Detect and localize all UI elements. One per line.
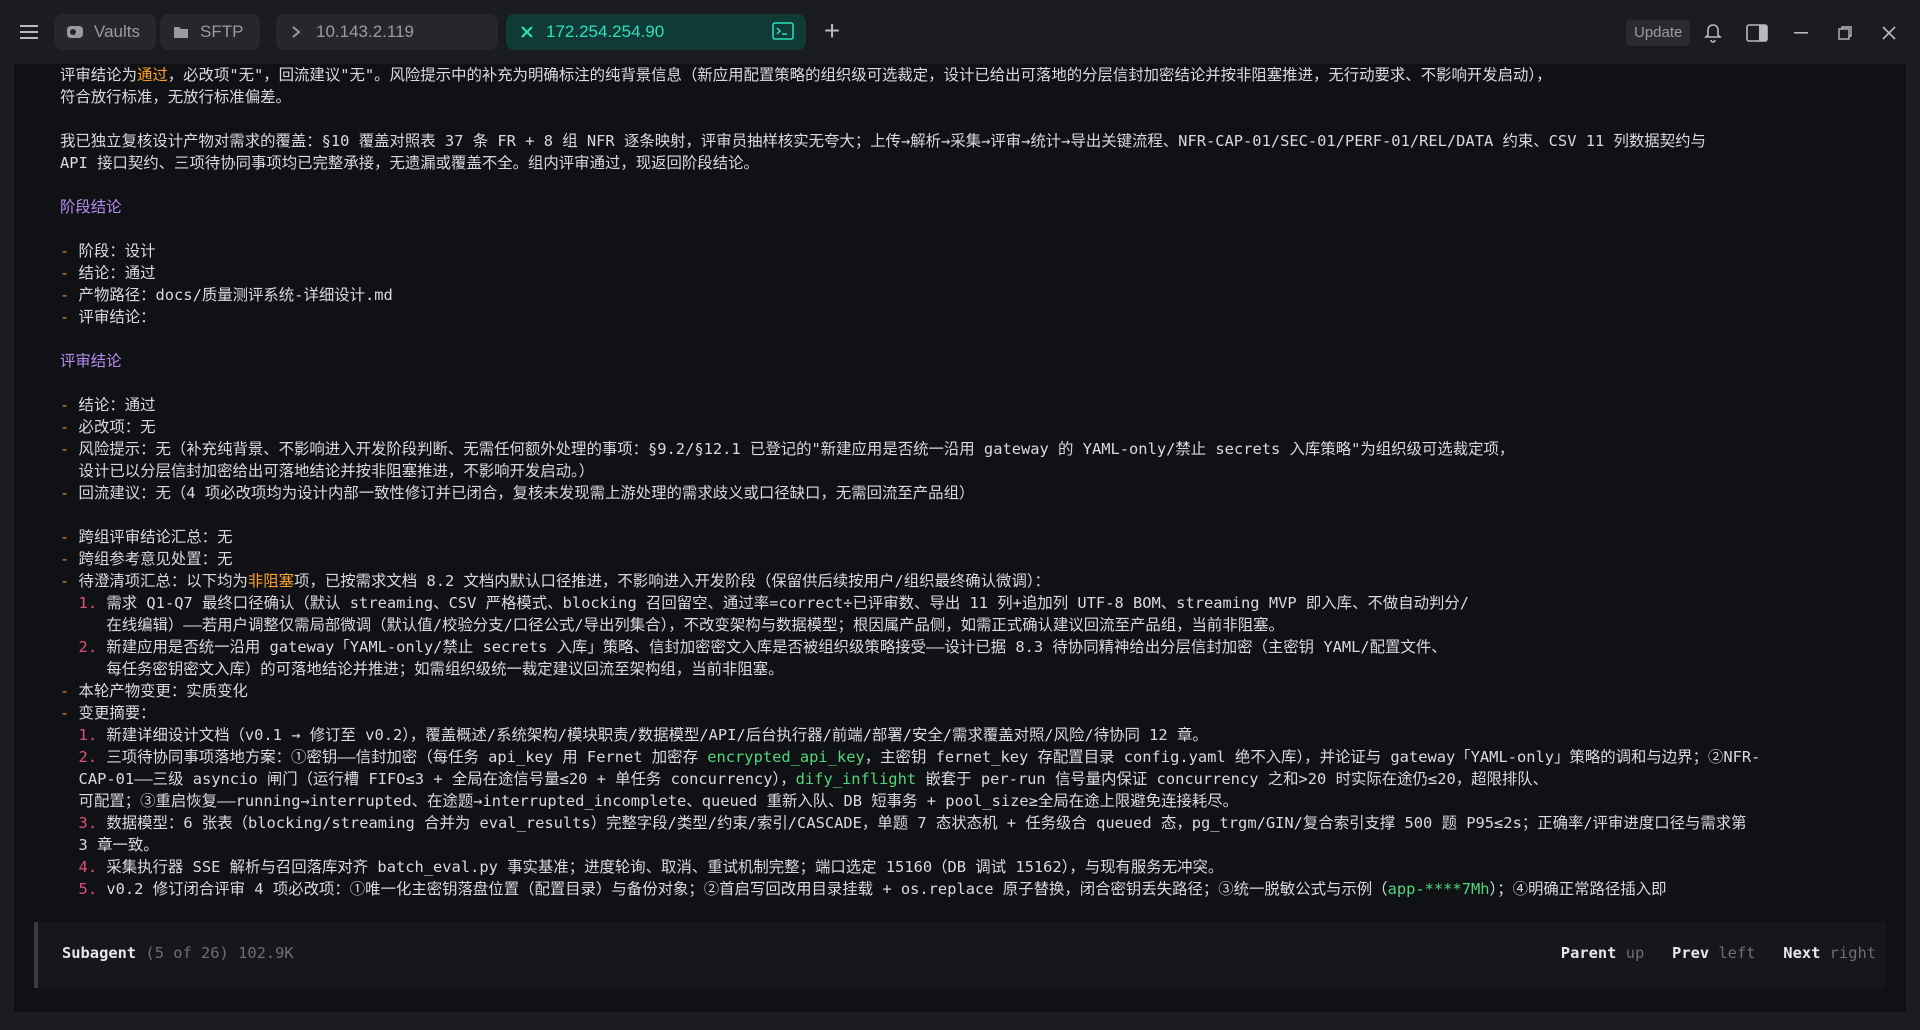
terminal-line: API 接口契约、三项待协同事项均已完整承接，无遗漏或覆盖不全。组内评审通过，现…: [60, 154, 759, 172]
terminal-line: - 结论：通过: [60, 264, 156, 282]
minimize-icon[interactable]: [1788, 20, 1814, 46]
terminal-line: 设计已以分层信封加密给出可落地结论并按非阻塞推进，不影响开发启动。）: [78, 462, 595, 480]
restore-icon[interactable]: [1832, 20, 1858, 46]
terminal-line: - 变更摘要：: [60, 704, 156, 722]
terminal-line: 评审结论: [60, 352, 122, 370]
tab-label: 10.143.2.119: [316, 22, 414, 41]
nav-parent[interactable]: Parent up: [1561, 944, 1644, 962]
terminal-line: 2. 新建应用是否统一沿用 gateway「YAML-only/禁止 secre…: [78, 638, 1447, 656]
close-window-icon[interactable]: [1876, 20, 1902, 46]
tab-sftp[interactable]: SFTP: [160, 14, 260, 50]
terminal-line: - 结论：通过: [60, 396, 156, 414]
tab-host-10-143-2-119[interactable]: 10.143.2.119: [276, 14, 498, 50]
bell-icon[interactable]: [1700, 20, 1726, 46]
tab-label: Vaults: [94, 22, 140, 41]
terminal-line: - 待澄清项汇总：以下均为非阻塞项，已按需求文档 8.2 文档内默认口径推进，不…: [60, 572, 1050, 590]
subagent-position: (5 of 26) 102.9K: [145, 944, 294, 962]
terminal-line: - 阶段：设计: [60, 242, 156, 260]
terminal-line: - 跨组评审结论汇总：无: [60, 528, 233, 546]
terminal-line: 3 章一致。: [78, 836, 159, 854]
vault-icon: [66, 23, 84, 41]
terminal-line: 可配置；③重启恢复——running→interrupted、在途题→inter…: [78, 792, 1239, 810]
subagent-status-bar: Subagent (5 of 26) 102.9K Parent up Prev…: [34, 922, 1886, 988]
terminal-line: 评审结论为通过，必改项"无"，回流建议"无"。风险提示中的补充为明确标注的纯背景…: [60, 66, 1552, 84]
subagent-info: Subagent (5 of 26) 102.9K: [62, 944, 294, 962]
terminal-content: 评审结论为通过，必改项"无"，回流建议"无"。风险提示中的补充为明确标注的纯背景…: [60, 64, 1890, 900]
terminal-line: - 产物路径：docs/质量测评系统-详细设计.md: [60, 286, 393, 304]
tab-host-172-254-254-90[interactable]: 172.254.254.90: [506, 14, 806, 50]
terminal-line: 1. 需求 Q1-Q7 最终口径确认（默认 streaming、CSV 严格模式…: [78, 594, 1470, 612]
terminal-line: 1. 新建详细设计文档（v0.1 → 修订至 v0.2），覆盖概述/系统架构/模…: [78, 726, 1208, 744]
terminal-output[interactable]: 评审结论为通过，必改项"无"，回流建议"无"。风险提示中的补充为明确标注的纯背景…: [14, 64, 1906, 1012]
terminal-line: 在线编辑）——若用户调整仅需局部微调（默认值/校验分支/口径公式/导出列集合），…: [106, 616, 1284, 634]
tab-vaults[interactable]: Vaults: [54, 14, 156, 50]
terminal-line: 3. 数据模型：6 张表（blocking/streaming 合并为 eval…: [78, 814, 1747, 832]
terminal-line: 2. 三项待协同事项落地方案：①密钥——信封加密（每任务 api_key 用 F…: [78, 748, 1761, 766]
terminal-icon: [772, 22, 794, 45]
terminal-line: CAP-01——三级 asyncio 闸门（运行槽 FIFO≤3 + 全局在途信…: [78, 770, 1549, 788]
terminal-line: 我已独立复核设计产物对需求的覆盖：§10 覆盖对照表 37 条 FR + 8 组…: [60, 132, 1706, 150]
close-icon[interactable]: [518, 23, 536, 41]
title-bar: Vaults SFTP 10.143.2.119 172.254.254.90 …: [0, 0, 1920, 64]
terminal-line: 阶段结论: [60, 198, 122, 216]
tab-label: SFTP: [200, 22, 244, 41]
terminal-line: - 风险提示：无（补充纯背景、不影响进入开发阶段判断、无需任何额外处理的事项：§…: [60, 440, 1515, 458]
folder-icon: [172, 23, 190, 41]
terminal-line: 符合放行标准，无放行标准偏差。: [60, 88, 291, 106]
tab-label: 172.254.254.90: [546, 22, 665, 41]
new-tab-button[interactable]: +: [818, 17, 846, 46]
subagent-title: Subagent: [62, 944, 137, 962]
terminal-line: - 回流建议：无（4 项必改项均为设计内部一致性修订并已闭合，复核未发现需上游处…: [60, 484, 975, 502]
hamburger-menu-icon[interactable]: [14, 16, 46, 48]
sidebar-toggle-icon[interactable]: [1744, 20, 1770, 46]
nav-prev[interactable]: Prev left: [1672, 944, 1755, 962]
terminal-line: - 跨组参考意见处置：无: [60, 550, 233, 568]
update-button[interactable]: Update: [1626, 20, 1691, 46]
terminal-line: 4. 采集执行器 SSE 解析与召回落库对齐 batch_eval.py 事实基…: [78, 858, 1224, 876]
nav-next[interactable]: Next right: [1783, 944, 1876, 962]
terminal-line: - 评审结论：: [60, 308, 156, 326]
terminal-icon: [288, 23, 306, 41]
terminal-line: - 必改项：无: [60, 418, 156, 436]
subagent-navigation: Parent up Prev left Next right: [1561, 944, 1876, 962]
terminal-line: - 本轮产物变更：实质变化: [60, 682, 248, 700]
terminal-line: 每任务密钥密文入库）的可落地结论并推进；如需组织级统一裁定建议回流至架构组，当前…: [106, 660, 784, 678]
terminal-line: 5. v0.2 修订闭合评审 4 项必改项：①唯一化主密钥落盘位置（配置目录）与…: [78, 880, 1667, 898]
